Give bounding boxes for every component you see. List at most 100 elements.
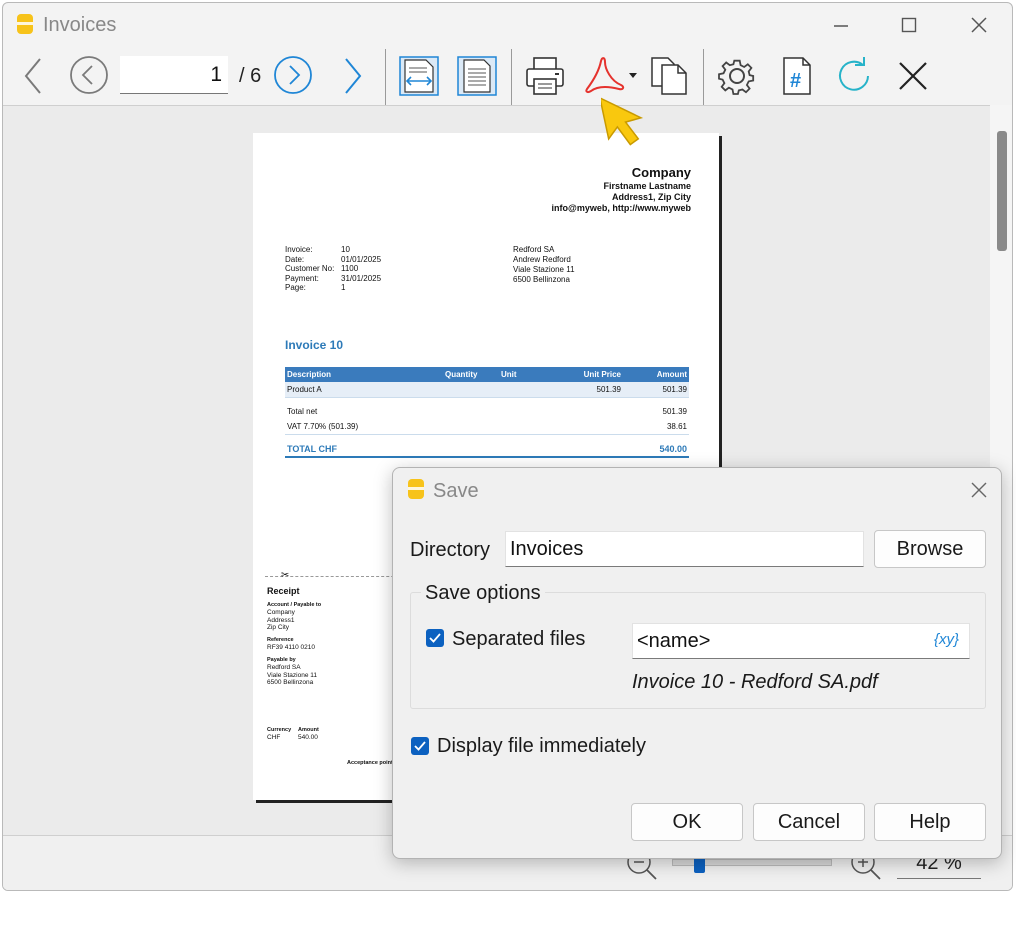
- col-quantity: Quantity: [445, 370, 478, 379]
- info-label: Date:: [285, 254, 305, 264]
- help-button[interactable]: Help: [874, 803, 986, 841]
- info-value: 10: [341, 245, 350, 254]
- ok-button[interactable]: OK: [631, 803, 743, 841]
- vertical-scrollbar-thumb[interactable]: [997, 131, 1007, 251]
- pdf-acrobat-icon: [585, 57, 637, 94]
- info-label: Invoice:: [285, 245, 313, 254]
- separated-files-label[interactable]: Separated files: [452, 628, 585, 651]
- dialog-close-button[interactable]: [967, 478, 991, 502]
- customer-address: Redford SA Andrew Redford Viale Stazione…: [513, 245, 575, 285]
- vat-amount: 38.61: [666, 422, 687, 431]
- customer-line: Andrew Redford: [513, 255, 571, 264]
- title-bar: Invoices: [3, 3, 1012, 45]
- dialog-title-bar: Save: [393, 468, 1001, 512]
- info-value: 01/01/2025: [341, 254, 382, 264]
- total-net-amount: 501.39: [662, 407, 687, 416]
- col-unit-price: Unit Price: [583, 370, 621, 379]
- circle-arrow-left-icon: [70, 56, 108, 94]
- filename-pattern-input[interactable]: <name> {xy}: [632, 623, 970, 659]
- page-number-settings-button[interactable]: #: [775, 55, 819, 97]
- cancel-button[interactable]: Cancel: [753, 803, 865, 841]
- info-label: Page:: [285, 283, 306, 292]
- table-header: Description Quantity Unit Unit Price Amo…: [285, 367, 689, 382]
- receipt-section: Receipt Account / Payable to Company Add…: [267, 587, 393, 767]
- total-amount: 540.00: [659, 444, 687, 454]
- checkmark-icon: [414, 741, 426, 751]
- pdf-export-button[interactable]: [581, 55, 641, 97]
- invoice-heading: Invoice 10: [285, 338, 344, 352]
- receipt-amount: 540.00: [298, 734, 318, 741]
- settings-button[interactable]: [715, 55, 759, 97]
- receipt-account-line: Address1: [267, 616, 295, 624]
- receipt-amount-label: Amount: [298, 726, 319, 733]
- close-window-button[interactable]: [963, 11, 995, 39]
- item-description: Product A: [287, 385, 322, 394]
- close-icon: [971, 482, 987, 498]
- chevron-left-icon: [24, 58, 41, 94]
- svg-text:#: #: [790, 70, 801, 92]
- printer-icon: [526, 57, 564, 95]
- company-address: Address1, Zip City: [611, 192, 691, 202]
- total-label: TOTAL CHF: [287, 444, 337, 454]
- copy-pages-icon: [651, 57, 687, 95]
- fit-page-button[interactable]: [455, 55, 499, 97]
- col-unit: Unit: [501, 370, 517, 379]
- fit-page-icon: [457, 56, 497, 96]
- fit-width-button[interactable]: [397, 55, 441, 97]
- col-description: Description: [287, 370, 332, 379]
- item-amount: 501.39: [662, 385, 687, 394]
- maximize-icon: [901, 17, 917, 33]
- receipt-currency: CHF: [267, 734, 281, 741]
- gear-icon: [718, 59, 755, 95]
- filename-pattern-value: <name>: [637, 629, 711, 652]
- directory-label: Directory: [410, 539, 491, 561]
- company-web: info@myweb, http://www.myweb: [551, 203, 691, 213]
- company-header: Company Firstname Lastname Address1, Zip…: [552, 165, 691, 214]
- circle-arrow-right-icon: [274, 56, 312, 94]
- receipt-payable-line: Redford SA: [267, 664, 301, 671]
- table-row: Product A 501.39 501.39: [285, 382, 689, 398]
- receipt-acceptance: Acceptance point: [347, 759, 393, 766]
- page-number-input[interactable]: [120, 56, 228, 94]
- app-logo-icon: [17, 14, 33, 34]
- fit-width-icon: [399, 56, 439, 96]
- receipt-currency-label: Currency: [267, 726, 292, 733]
- browse-button[interactable]: Browse: [874, 530, 986, 568]
- total-row: TOTAL CHF 540.00: [285, 441, 689, 458]
- receipt-reference-label: Reference: [267, 636, 294, 643]
- directory-input[interactable]: Invoices: [505, 531, 864, 567]
- receipt-payable-label: Payable by: [267, 656, 296, 663]
- vat-label: VAT 7.70% (501.39): [287, 422, 359, 431]
- vat-row: VAT 7.70% (501.39) 38.61: [285, 419, 689, 435]
- customer-line: 6500 Bellinzona: [513, 275, 570, 284]
- print-button[interactable]: [523, 55, 567, 97]
- display-immediately-label[interactable]: Display file immediately: [437, 735, 646, 758]
- separated-files-checkbox[interactable]: [426, 629, 444, 647]
- item-unit-price: 501.39: [596, 385, 621, 394]
- minimize-icon: [834, 25, 848, 27]
- variables-icon[interactable]: {xy}: [934, 631, 959, 648]
- maximize-button[interactable]: [893, 11, 925, 39]
- next-page-circle-button[interactable]: [273, 55, 313, 95]
- page-total-label: / 6: [239, 65, 262, 87]
- company-name: Company: [631, 165, 691, 180]
- scissors-icon: ✂: [281, 570, 290, 581]
- refresh-button[interactable]: [833, 55, 877, 97]
- close-icon: [971, 17, 987, 33]
- previous-page-button[interactable]: [17, 55, 49, 97]
- col-amount: Amount: [656, 370, 687, 379]
- copy-button[interactable]: [647, 55, 691, 97]
- customer-line: Viale Stazione 11: [513, 265, 575, 274]
- receipt-account-label: Account / Payable to: [267, 601, 322, 608]
- customer-line: Redford SA: [513, 245, 555, 254]
- display-immediately-checkbox[interactable]: [411, 737, 429, 755]
- minimize-button[interactable]: [825, 11, 857, 39]
- first-page-button[interactable]: [69, 55, 109, 95]
- last-page-button[interactable]: [337, 55, 369, 97]
- mouse-cursor-icon: [601, 96, 644, 146]
- total-net-row: Total net 501.39: [285, 404, 689, 419]
- invoice-info: Invoice: 10 Date: 01/01/2025 Customer No: 1…: [285, 245, 381, 293]
- info-value: 1: [341, 283, 346, 292]
- close-preview-button[interactable]: [893, 55, 933, 97]
- dialog-title: Save: [433, 480, 479, 502]
